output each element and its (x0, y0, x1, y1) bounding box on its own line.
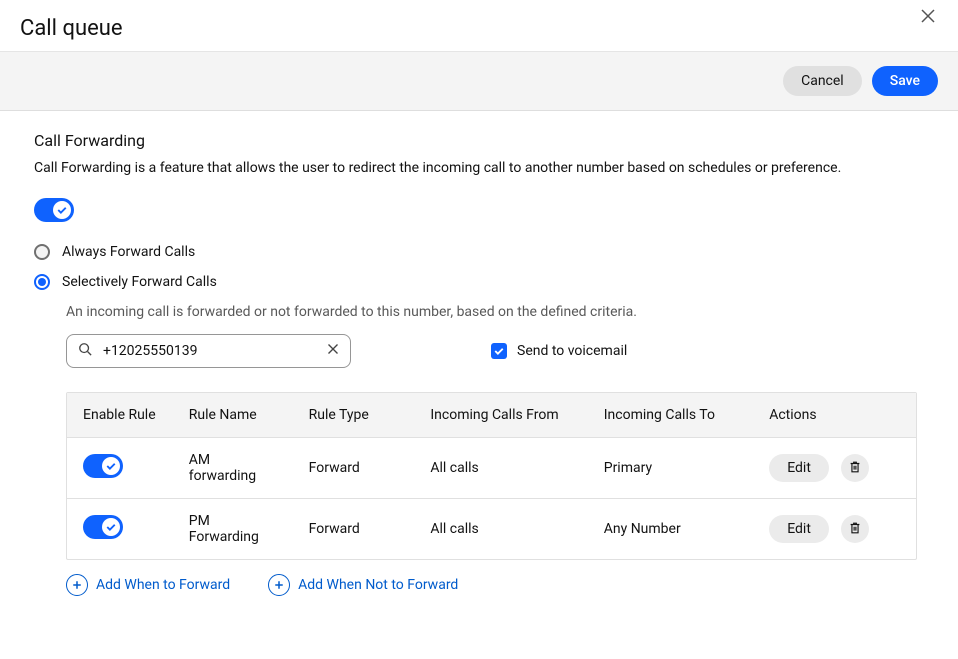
rule-type: Forward (293, 438, 415, 499)
clear-search-button[interactable] (327, 343, 339, 359)
rule-to: Any Number (588, 499, 753, 559)
rule-to: Primary (588, 438, 753, 499)
rules-table: Enable Rule Rule Name Rule Type Incoming… (66, 392, 917, 560)
add-when-not-to-forward-link[interactable]: Add When Not to Forward (268, 574, 458, 596)
col-actions: Actions (753, 393, 916, 438)
voicemail-label: Send to voicemail (517, 343, 627, 359)
save-button[interactable]: Save (872, 66, 938, 96)
cancel-button[interactable]: Cancel (783, 66, 862, 96)
rule-from: All calls (414, 499, 587, 559)
plus-icon (268, 574, 290, 596)
delete-rule-button[interactable] (841, 515, 869, 543)
section-title: Call Forwarding (34, 131, 924, 150)
dialog-title: Call queue (20, 16, 123, 41)
radio-selective-forward[interactable] (34, 274, 50, 290)
search-icon (78, 342, 92, 360)
phone-search-wrap (66, 334, 351, 368)
trash-icon (848, 460, 862, 477)
delete-rule-button[interactable] (841, 454, 869, 482)
table-row: PM Forwarding Forward All calls Any Numb… (67, 499, 916, 559)
check-icon (105, 460, 117, 476)
radio-always-label[interactable]: Always Forward Calls (62, 244, 195, 260)
forward-mode-group: Always Forward Calls Selectively Forward… (34, 244, 924, 290)
add-when-not-to-forward-label: Add When Not to Forward (298, 577, 458, 593)
col-from: Incoming Calls From (414, 393, 587, 438)
close-icon (327, 343, 339, 359)
col-type: Rule Type (293, 393, 415, 438)
voicemail-checkbox[interactable] (491, 343, 507, 359)
rule-type: Forward (293, 499, 415, 559)
edit-rule-button[interactable]: Edit (769, 454, 829, 482)
rule-name: PM Forwarding (173, 499, 293, 559)
add-when-to-forward-label: Add When to Forward (96, 577, 230, 593)
radio-selective-label[interactable]: Selectively Forward Calls (62, 274, 217, 290)
rule-from: All calls (414, 438, 587, 499)
radio-always-forward[interactable] (34, 244, 50, 260)
check-icon (56, 204, 68, 220)
check-icon (105, 521, 117, 537)
col-enable: Enable Rule (67, 393, 173, 438)
toolbar: Cancel Save (0, 52, 958, 111)
trash-icon (848, 521, 862, 538)
plus-icon (66, 574, 88, 596)
rule-name: AM forwarding (173, 438, 293, 499)
check-icon (493, 345, 505, 361)
call-forwarding-toggle[interactable] (34, 198, 74, 222)
selective-description: An incoming call is forwarded or not for… (66, 304, 924, 320)
col-name: Rule Name (173, 393, 293, 438)
table-row: AM forwarding Forward All calls Primary … (67, 438, 916, 499)
rule-enable-toggle[interactable] (83, 454, 123, 478)
edit-rule-button[interactable]: Edit (769, 515, 829, 543)
close-button[interactable] (920, 8, 936, 28)
section-description: Call Forwarding is a feature that allows… (34, 160, 924, 176)
col-to: Incoming Calls To (588, 393, 753, 438)
phone-search-input[interactable] (66, 334, 351, 368)
close-icon (920, 12, 936, 28)
rule-enable-toggle[interactable] (83, 515, 123, 539)
add-when-to-forward-link[interactable]: Add When to Forward (66, 574, 230, 596)
